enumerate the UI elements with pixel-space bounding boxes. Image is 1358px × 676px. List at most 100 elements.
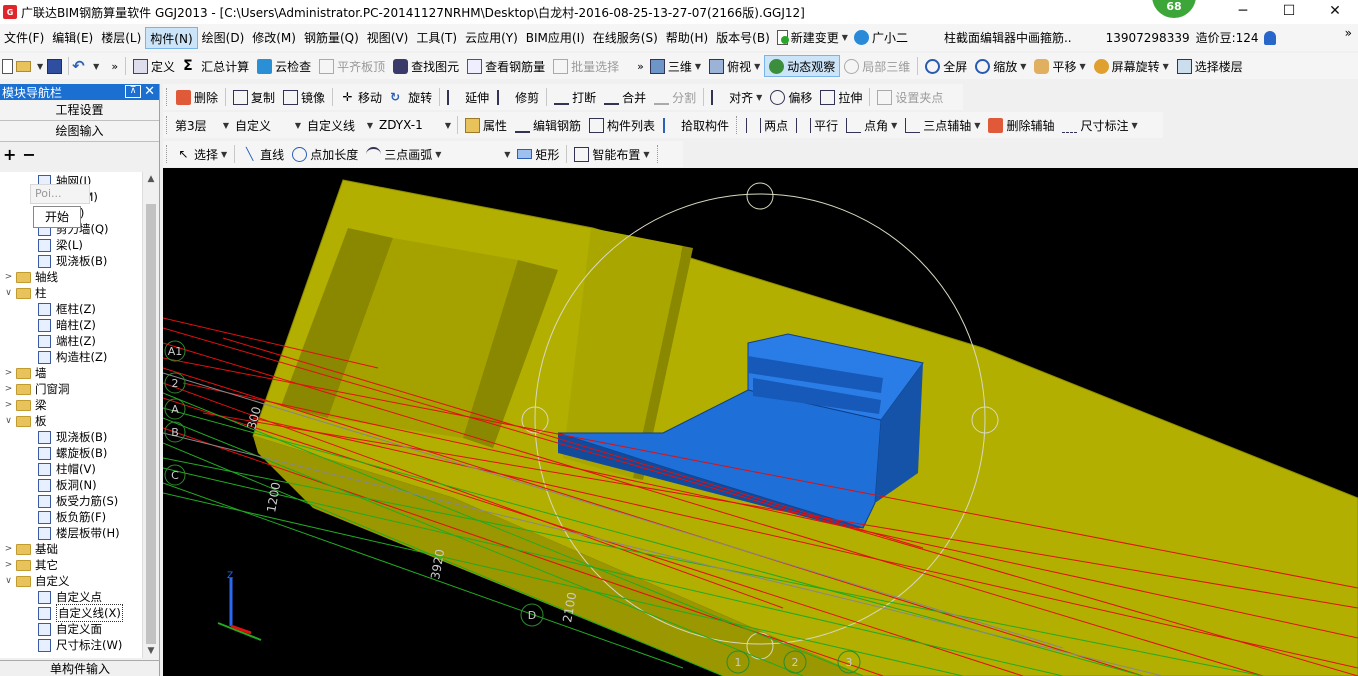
delete-aux-button[interactable]: 删除辅轴	[984, 114, 1058, 136]
menu-tools[interactable]: 工具(T)	[412, 27, 461, 49]
component-list-button[interactable]: 构件列表	[585, 114, 659, 136]
rotate-screen-button[interactable]: 屏幕旋转 ▼	[1090, 55, 1173, 77]
tree-item[interactable]: 框柱(Z)	[38, 301, 96, 317]
tree-folder[interactable]: ∨ 自定义	[4, 573, 69, 589]
orbit-handle-top[interactable]	[746, 182, 774, 210]
more-icon[interactable]: »	[111, 60, 118, 73]
move-button[interactable]: ✛ 移动	[336, 86, 386, 108]
zoom-button[interactable]: 缩放 ▼	[971, 55, 1030, 77]
component-name-select[interactable]: ZDYX-1 ▼	[376, 115, 454, 135]
tree-item[interactable]: 板负筋(F)	[38, 509, 106, 525]
axis-marker-b[interactable]: B	[164, 421, 186, 443]
tree-item[interactable]: 梁(L)	[38, 237, 83, 253]
select-button[interactable]: ↖ 选择 ▼	[172, 143, 231, 165]
line-button[interactable]: ╲ 直线	[238, 143, 288, 165]
guangxiaoer-button[interactable]: 广小二	[851, 27, 911, 49]
tree-item[interactable]: 端柱(Z)	[38, 333, 96, 349]
batch-select-button[interactable]: 批量选择	[549, 55, 623, 77]
toolbar-grip[interactable]	[736, 116, 739, 134]
component-subtype-select[interactable]: 自定义线 ▼	[304, 115, 376, 135]
cloud-check-button[interactable]: 云检查	[253, 55, 315, 77]
chevron-down-icon[interactable]: ∨	[4, 576, 13, 586]
find-element-button[interactable]: 查找图元	[389, 55, 463, 77]
single-input-button[interactable]: 单构件输入	[0, 660, 160, 676]
arc-option-select[interactable]: ▼	[445, 144, 513, 164]
chevron-right-icon[interactable]: >	[4, 560, 13, 570]
fullscreen-button[interactable]: 全屏	[921, 55, 971, 77]
new-change-button[interactable]: 新建变更 ▼	[774, 27, 851, 49]
tree-folder[interactable]: > 墙	[4, 365, 47, 381]
tree-item[interactable]: 现浇板(B)	[38, 429, 107, 445]
axis-marker-a1[interactable]: A1	[164, 340, 186, 362]
chevron-down-icon[interactable]: ∨	[4, 288, 13, 298]
dimension-button[interactable]: 尺寸标注 ▼	[1058, 114, 1141, 136]
pan-button[interactable]: 平移 ▼	[1030, 55, 1089, 77]
delete-button[interactable]: 删除	[172, 86, 222, 108]
copy-button[interactable]: 复制	[229, 86, 279, 108]
chevron-down-icon[interactable]: ∨	[4, 416, 13, 426]
tree-item[interactable]: 自定义线(X)	[38, 604, 123, 622]
parallel-button[interactable]: 平行	[792, 114, 842, 136]
open-folder-icon[interactable]	[16, 60, 31, 72]
toolbar-grip[interactable]	[166, 88, 169, 106]
smart-layout-button[interactable]: 智能布置 ▼	[570, 143, 653, 165]
tree-item[interactable]: 自定义面	[38, 621, 102, 637]
select-floor-button[interactable]: 选择楼层	[1173, 55, 1247, 77]
menu-edit[interactable]: 编辑(E)	[48, 27, 97, 49]
chevron-right-icon[interactable]: >	[4, 400, 13, 410]
trim-button[interactable]: 修剪	[493, 86, 543, 108]
sum-calc-button[interactable]: Σ 汇总计算	[179, 55, 253, 77]
three-point-aux-button[interactable]: 三点辅轴 ▼	[901, 114, 984, 136]
local-3d-button[interactable]: 局部三维	[840, 55, 914, 77]
toolbar-grip[interactable]	[166, 145, 169, 163]
tree-item[interactable]: 板受力筋(S)	[38, 493, 118, 509]
toolbar-grip[interactable]	[166, 116, 169, 134]
close-button[interactable]: ✕	[1312, 0, 1358, 22]
project-settings-button[interactable]: 工程设置	[0, 100, 159, 121]
dynamic-view-button[interactable]: 动态观察	[764, 55, 841, 77]
align-button[interactable]: 对齐 ▼	[707, 86, 766, 108]
chevron-right-icon[interactable]: >	[4, 368, 13, 378]
tree-item[interactable]: 现浇板(B)	[38, 253, 107, 269]
price-bean[interactable]: 造价豆:124	[1193, 27, 1262, 49]
mirror-button[interactable]: 镜像	[279, 86, 329, 108]
3d-view-button[interactable]: 三维 ▼	[646, 55, 705, 77]
save-icon[interactable]	[47, 58, 63, 74]
break-button[interactable]: 打断	[550, 86, 600, 108]
rectangle-button[interactable]: 矩形	[513, 143, 563, 165]
3d-scene[interactable]: A1 2 A B C D 1 2 3 300 1200 3920 2100 Z	[163, 168, 1358, 676]
axis-marker-d[interactable]: D	[520, 603, 544, 627]
tree-item[interactable]: 构造柱(Z)	[38, 349, 107, 365]
notification-badge[interactable]: 68	[1152, 0, 1196, 18]
notice-link[interactable]: 柱截面编辑器中画箍筋..	[941, 27, 1075, 49]
tree-folder[interactable]: ∨ 板	[4, 413, 46, 429]
3d-viewport[interactable]: A1 2 A B C D 1 2 3 300 1200 3920 2100 Z	[163, 168, 1358, 676]
three-point-arc-button[interactable]: 三点画弧 ▼	[362, 143, 445, 165]
offset-button[interactable]: 偏移	[766, 86, 816, 108]
tree-item[interactable]: 螺旋板(B)	[38, 445, 107, 461]
new-file-icon[interactable]	[2, 58, 13, 74]
axis-marker-c[interactable]: C	[164, 464, 186, 486]
menu-file[interactable]: 文件(F)	[0, 27, 48, 49]
tree-item[interactable]: 暗柱(Z)	[38, 317, 96, 333]
tree-item[interactable]: 尺寸标注(W)	[38, 637, 122, 653]
maximize-button[interactable]: ☐	[1266, 0, 1312, 22]
point-angle-button[interactable]: 点角 ▼	[842, 114, 901, 136]
scroll-thumb[interactable]	[146, 204, 156, 644]
menu-rebar-quantity[interactable]: 钢筋量(Q)	[300, 27, 363, 49]
tree-folder[interactable]: > 基础	[4, 541, 58, 557]
menu-component[interactable]: 构件(N)	[145, 26, 198, 49]
pick-component-button[interactable]: 拾取构件	[659, 114, 733, 136]
undo-icon[interactable]: ↶	[72, 58, 87, 74]
scroll-down-icon[interactable]: ▼	[143, 646, 159, 656]
rotate-button[interactable]: ↻ 旋转	[386, 86, 436, 108]
drawing-input-button[interactable]: 绘图输入	[0, 121, 159, 142]
tree-item[interactable]: 楼层板带(H)	[38, 525, 120, 541]
menu-floor[interactable]: 楼层(L)	[97, 27, 145, 49]
menu-online[interactable]: 在线服务(S)	[589, 27, 662, 49]
menu-draw[interactable]: 绘图(D)	[198, 27, 249, 49]
axis-marker-2[interactable]: 2	[164, 372, 186, 394]
more-icon[interactable]: »	[637, 60, 644, 73]
scroll-up-icon[interactable]: ▲	[143, 174, 159, 184]
menu-version[interactable]: 版本号(B)	[712, 27, 774, 49]
